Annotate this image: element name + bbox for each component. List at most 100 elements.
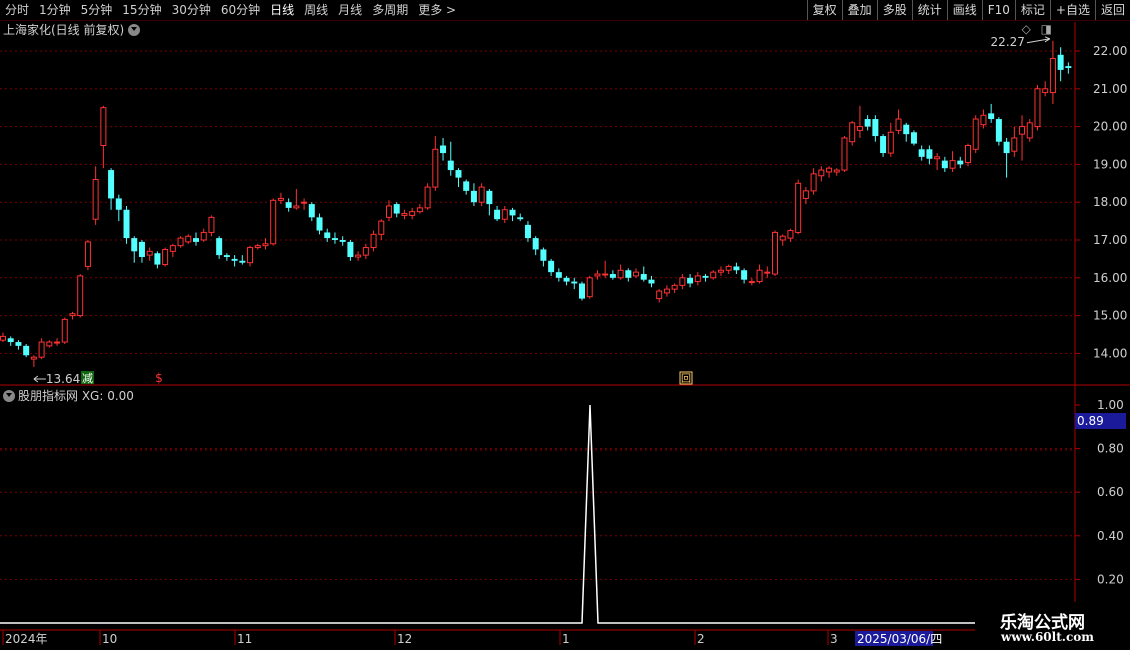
candle-body	[509, 209, 516, 216]
candle-body	[849, 122, 856, 143]
price-tick-label: 15.00	[1093, 309, 1127, 323]
candle-body	[571, 281, 578, 284]
candle-body	[957, 160, 964, 165]
candle-body	[563, 277, 570, 282]
candle-body	[756, 269, 763, 283]
candle-body	[115, 198, 122, 210]
date-tick-label: 2024年	[5, 632, 48, 646]
candle-body	[988, 113, 995, 120]
candle-body	[77, 275, 84, 317]
candle-body	[162, 248, 169, 266]
candle-body	[949, 160, 956, 169]
indicator-tick-label: 0.40	[1097, 529, 1124, 543]
candle-body	[1019, 126, 1026, 135]
candle-body	[980, 114, 987, 126]
candle-body	[717, 269, 724, 273]
candle-body	[656, 290, 663, 300]
candle-body	[779, 235, 786, 241]
candle-body	[795, 182, 802, 233]
candle-body	[748, 281, 755, 284]
high-price-label: 22.27	[991, 35, 1025, 49]
date-tick-label: 3	[830, 632, 838, 646]
candle-body	[833, 169, 840, 173]
candle-body	[23, 345, 30, 356]
candle-body	[1026, 122, 1033, 139]
candle-body	[810, 173, 817, 192]
indicator-tick-label: 1.00	[1097, 398, 1124, 412]
price-tick-label: 22.00	[1093, 44, 1127, 58]
candle-body	[540, 249, 547, 261]
candle-body	[910, 132, 917, 144]
date-axis: 2024年 10 11 12 1 2 3	[2, 630, 838, 646]
candle-body	[548, 260, 555, 273]
candle-body	[424, 186, 431, 209]
price-axis: 22.00 21.00 20.00 19.00 18.00 17.00 16.00 15.00…	[1075, 44, 1127, 360]
candle-body	[393, 204, 400, 214]
date-tick-label: 10	[102, 632, 117, 646]
low-price-label: 13.64	[46, 372, 80, 386]
candle-body	[308, 204, 315, 218]
candle-body	[378, 220, 385, 235]
candle-body	[355, 254, 362, 258]
candle-body	[277, 197, 284, 201]
candle-body	[880, 136, 887, 154]
indicator-tick-label: 0.80	[1097, 442, 1124, 456]
candle-body	[254, 245, 261, 249]
candle-body	[138, 241, 145, 258]
high-price-arrow	[1026, 36, 1051, 44]
low-price-arrow	[33, 375, 46, 383]
candle-body	[54, 341, 61, 344]
candle-body	[200, 231, 207, 241]
candle-body	[470, 190, 477, 203]
candle-body	[663, 288, 670, 294]
candle-body	[501, 209, 508, 220]
candle-body	[331, 238, 338, 240]
candle-body	[764, 271, 771, 274]
candle-body	[772, 231, 778, 275]
candle-body	[648, 279, 655, 284]
candle-body	[262, 243, 269, 247]
candle-body	[193, 238, 199, 242]
candle-body	[856, 126, 863, 131]
candle-body	[416, 207, 423, 213]
candle-body	[941, 160, 948, 169]
signal-return-label: 回	[681, 373, 691, 385]
price-tick-label: 21.00	[1093, 82, 1127, 96]
candle-body	[1003, 141, 1010, 154]
candle-body	[301, 201, 308, 204]
candle-body	[679, 277, 686, 286]
candle-body	[1011, 137, 1018, 152]
candle-body	[872, 119, 879, 137]
candle-body	[887, 131, 894, 154]
candle-body	[0, 335, 6, 341]
kline-chart[interactable]: 22.0021.0020.0019.0018.0017.0016.0015.00…	[0, 0, 1130, 650]
candle-body	[687, 277, 694, 284]
candle-body	[818, 169, 825, 177]
candle-body	[154, 253, 161, 265]
candle-body	[926, 149, 933, 159]
candle-body	[524, 224, 531, 239]
date-tick-label: 12	[397, 632, 412, 646]
signal-reduce-label: 减	[82, 372, 93, 385]
candle-body	[555, 272, 562, 278]
candle-body	[409, 211, 416, 216]
candle-body	[100, 107, 107, 146]
candle-body	[710, 271, 717, 279]
candle-body	[339, 240, 346, 242]
date-tick-label: 11	[237, 632, 252, 646]
candle-body	[640, 274, 647, 280]
candle-body	[694, 275, 701, 283]
cursor-date-label: 2025/03/06/四	[857, 632, 942, 646]
candle-body	[1049, 58, 1056, 94]
candle-body	[787, 230, 794, 239]
candle-body	[46, 341, 53, 347]
candle-body	[741, 270, 748, 280]
date-tick-label: 1	[562, 632, 570, 646]
candle-body	[594, 273, 601, 277]
candle-body	[478, 186, 485, 203]
candle-body	[131, 238, 138, 252]
candle-body	[270, 199, 277, 245]
grid-lines	[0, 50, 1075, 580]
candle-body	[826, 167, 833, 173]
candle-body	[216, 238, 223, 256]
